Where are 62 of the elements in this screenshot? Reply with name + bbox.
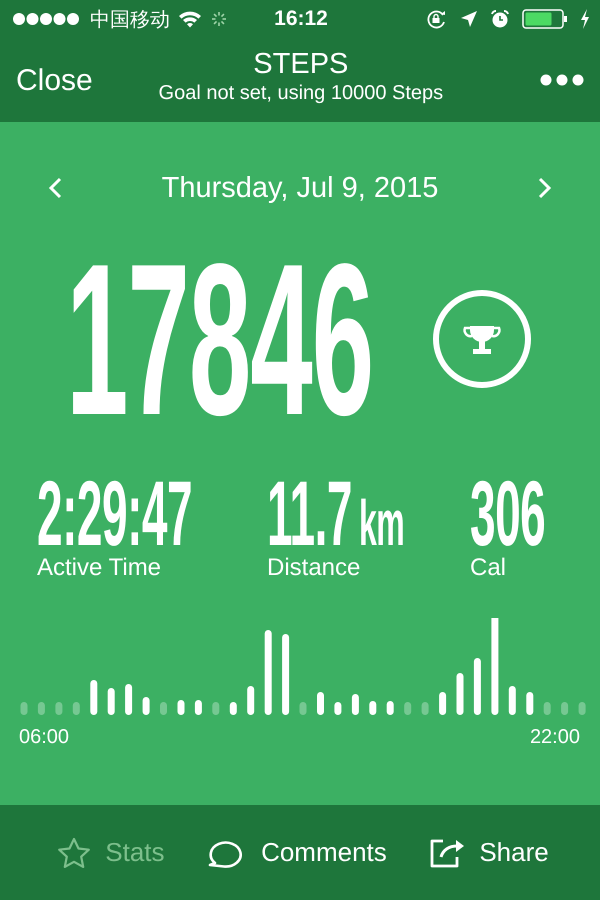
activity-bar [544, 702, 551, 715]
activity-bar [247, 686, 254, 715]
metric-label: Distance [267, 554, 362, 582]
activity-bar [160, 702, 167, 715]
wifi-icon [178, 10, 202, 28]
activity-bar [352, 694, 359, 715]
activity-bar [474, 658, 481, 715]
activity-bar [561, 702, 568, 715]
activity-bar [422, 702, 429, 715]
activity-bar [38, 702, 45, 715]
tab-button[interactable]: Comments [201, 832, 393, 874]
carrier-name: 中国移动 [90, 8, 170, 32]
activity-bar [178, 700, 184, 715]
activity-bar [369, 701, 376, 715]
screen-title: STEPS [253, 47, 348, 81]
location-icon [460, 10, 478, 28]
date-label: Thursday, Jul 9, 2015 [162, 172, 438, 204]
activity-bar [20, 702, 28, 715]
chevron-right-icon [538, 177, 552, 199]
next-day-button[interactable] [538, 177, 552, 199]
step-count: 17846 [66, 244, 374, 434]
status-time: 16:12 [274, 7, 328, 31]
activity-bar [125, 684, 132, 715]
activity-bar [386, 701, 394, 715]
activity-bar [194, 700, 202, 715]
activity-bar [108, 688, 115, 715]
close-button[interactable]: Close [16, 64, 93, 98]
activity-bar [317, 692, 324, 715]
star-icon [57, 836, 92, 868]
activity-bar [72, 702, 80, 715]
activity-bar [212, 702, 220, 715]
axis-end-label: 22:00 [530, 726, 580, 749]
activity-bar [90, 680, 98, 715]
activity-bar [230, 702, 237, 715]
metric-value: 306 [470, 476, 546, 552]
activity-bar [404, 702, 412, 715]
activity-bar [142, 697, 150, 715]
tab-button[interactable]: Share [423, 833, 555, 872]
metric-value: 2:29:47 [37, 476, 192, 552]
activity-bar [334, 702, 342, 715]
activity-bar [578, 702, 586, 715]
metric-label: Cal [470, 554, 506, 582]
more-icon[interactable] [540, 74, 584, 86]
activity-bar [508, 686, 516, 715]
activity-bar [55, 702, 62, 715]
trophy-icon[interactable] [432, 289, 532, 389]
signal-icon [12, 12, 82, 26]
spinner-icon [210, 10, 228, 28]
goal-subtitle: Goal not set, using 10000 Steps [158, 81, 444, 105]
activity-bar [456, 673, 464, 715]
axis-start-label: 06:00 [19, 726, 70, 749]
charging-icon [580, 9, 590, 29]
chevron-left-icon [48, 177, 62, 199]
metric-label: Active Time [37, 554, 162, 582]
activity-bar [439, 692, 446, 715]
alarm-icon [490, 9, 510, 29]
rotation-lock-icon [426, 9, 448, 29]
previous-day-button[interactable] [48, 177, 62, 199]
share-icon [429, 838, 466, 868]
activity-bar [300, 702, 306, 715]
activity-bar [526, 692, 534, 715]
battery-icon [522, 9, 568, 29]
